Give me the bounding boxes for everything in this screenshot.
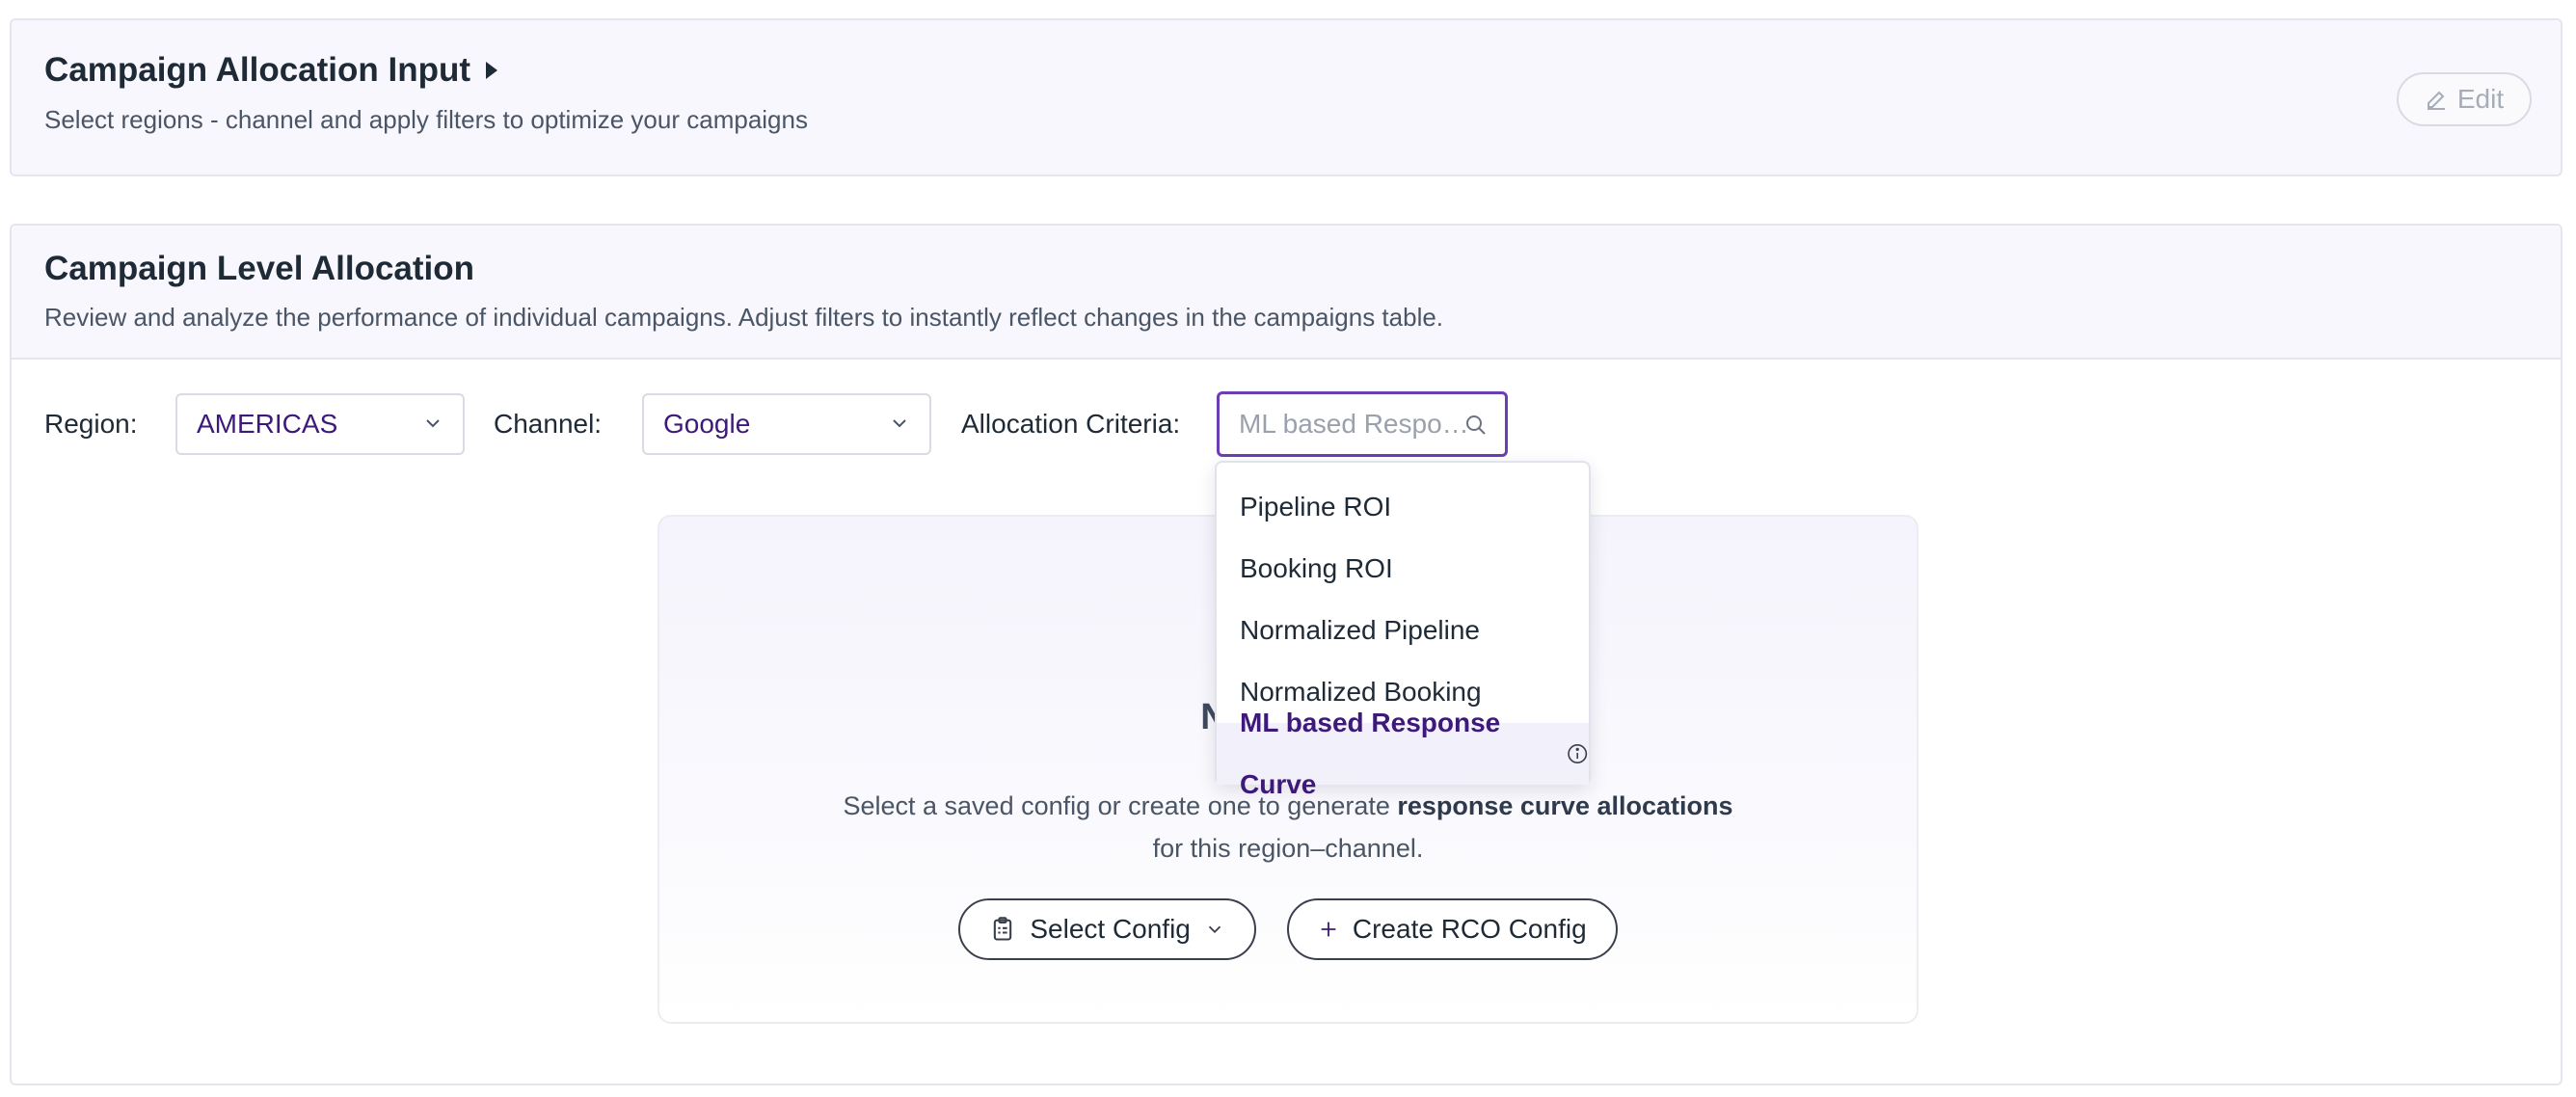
option-label: Pipeline ROI xyxy=(1240,492,1392,522)
campaign-allocation-input-card: Campaign Allocation Input Select regions… xyxy=(10,18,2563,176)
clipboard-icon xyxy=(994,917,1012,941)
channel-label: Channel: xyxy=(494,409,603,439)
empty-desc-line2: for this region–channel. xyxy=(1152,834,1424,863)
criteria-option-pipeline-roi[interactable]: Pipeline ROI xyxy=(1217,476,1589,538)
channel-select-value: Google xyxy=(663,409,751,439)
input-panel-subtitle: Select regions - channel and apply filte… xyxy=(44,105,808,134)
criteria-option-booking-roi[interactable]: Booking ROI xyxy=(1217,538,1589,600)
pencil-icon xyxy=(2427,91,2445,110)
edit-button[interactable]: Edit xyxy=(2397,72,2532,126)
search-icon xyxy=(1466,415,1486,435)
create-rco-config-button[interactable]: Create RCO Config xyxy=(1286,898,1618,960)
plus-icon xyxy=(1321,922,1336,937)
region-select[interactable]: AMERICAS xyxy=(175,393,465,455)
channel-select[interactable]: Google xyxy=(642,393,931,455)
input-panel-title-text: Campaign Allocation Input xyxy=(44,51,471,89)
criteria-option-normalized-pipeline[interactable]: Normalized Pipeline xyxy=(1217,600,1589,661)
chevron-down-icon xyxy=(893,419,906,428)
option-label: ML based Response Curve xyxy=(1240,708,1501,799)
allocation-subtitle: Review and analyze the performance of in… xyxy=(44,303,1444,332)
criteria-option-ml-response-curve[interactable]: ML based Response Curve xyxy=(1217,708,1589,799)
allocation-criteria-dropdown: Pipeline ROI Booking ROI Normalized Pipe… xyxy=(1215,461,1591,799)
allocation-criteria-search[interactable]: ML based Respo… xyxy=(1217,391,1508,457)
option-label: Normalized Pipeline xyxy=(1240,615,1481,645)
chevron-down-icon xyxy=(426,419,440,428)
region-label: Region: xyxy=(44,409,138,439)
option-label: Booking ROI xyxy=(1240,553,1393,583)
select-config-button[interactable]: Select Config xyxy=(958,898,1256,960)
empty-state-actions: Select Config Create RCO Config xyxy=(659,898,1917,960)
allocation-criteria-label: Allocation Criteria: xyxy=(961,409,1181,439)
allocation-header: Campaign Level Allocation Review and ana… xyxy=(12,226,2561,360)
input-panel-title[interactable]: Campaign Allocation Input xyxy=(44,51,498,90)
region-select-value: AMERICAS xyxy=(197,409,338,439)
expand-caret-icon[interactable] xyxy=(486,62,498,79)
info-icon[interactable] xyxy=(1566,741,1589,766)
allocation-criteria-value: ML based Respo… xyxy=(1239,409,1469,439)
create-rco-config-label: Create RCO Config xyxy=(1352,914,1587,944)
edit-button-label: Edit xyxy=(2456,84,2505,114)
allocation-title: Campaign Level Allocation xyxy=(44,250,475,287)
select-config-label: Select Config xyxy=(1030,914,1191,944)
chevron-down-icon xyxy=(1208,925,1221,934)
